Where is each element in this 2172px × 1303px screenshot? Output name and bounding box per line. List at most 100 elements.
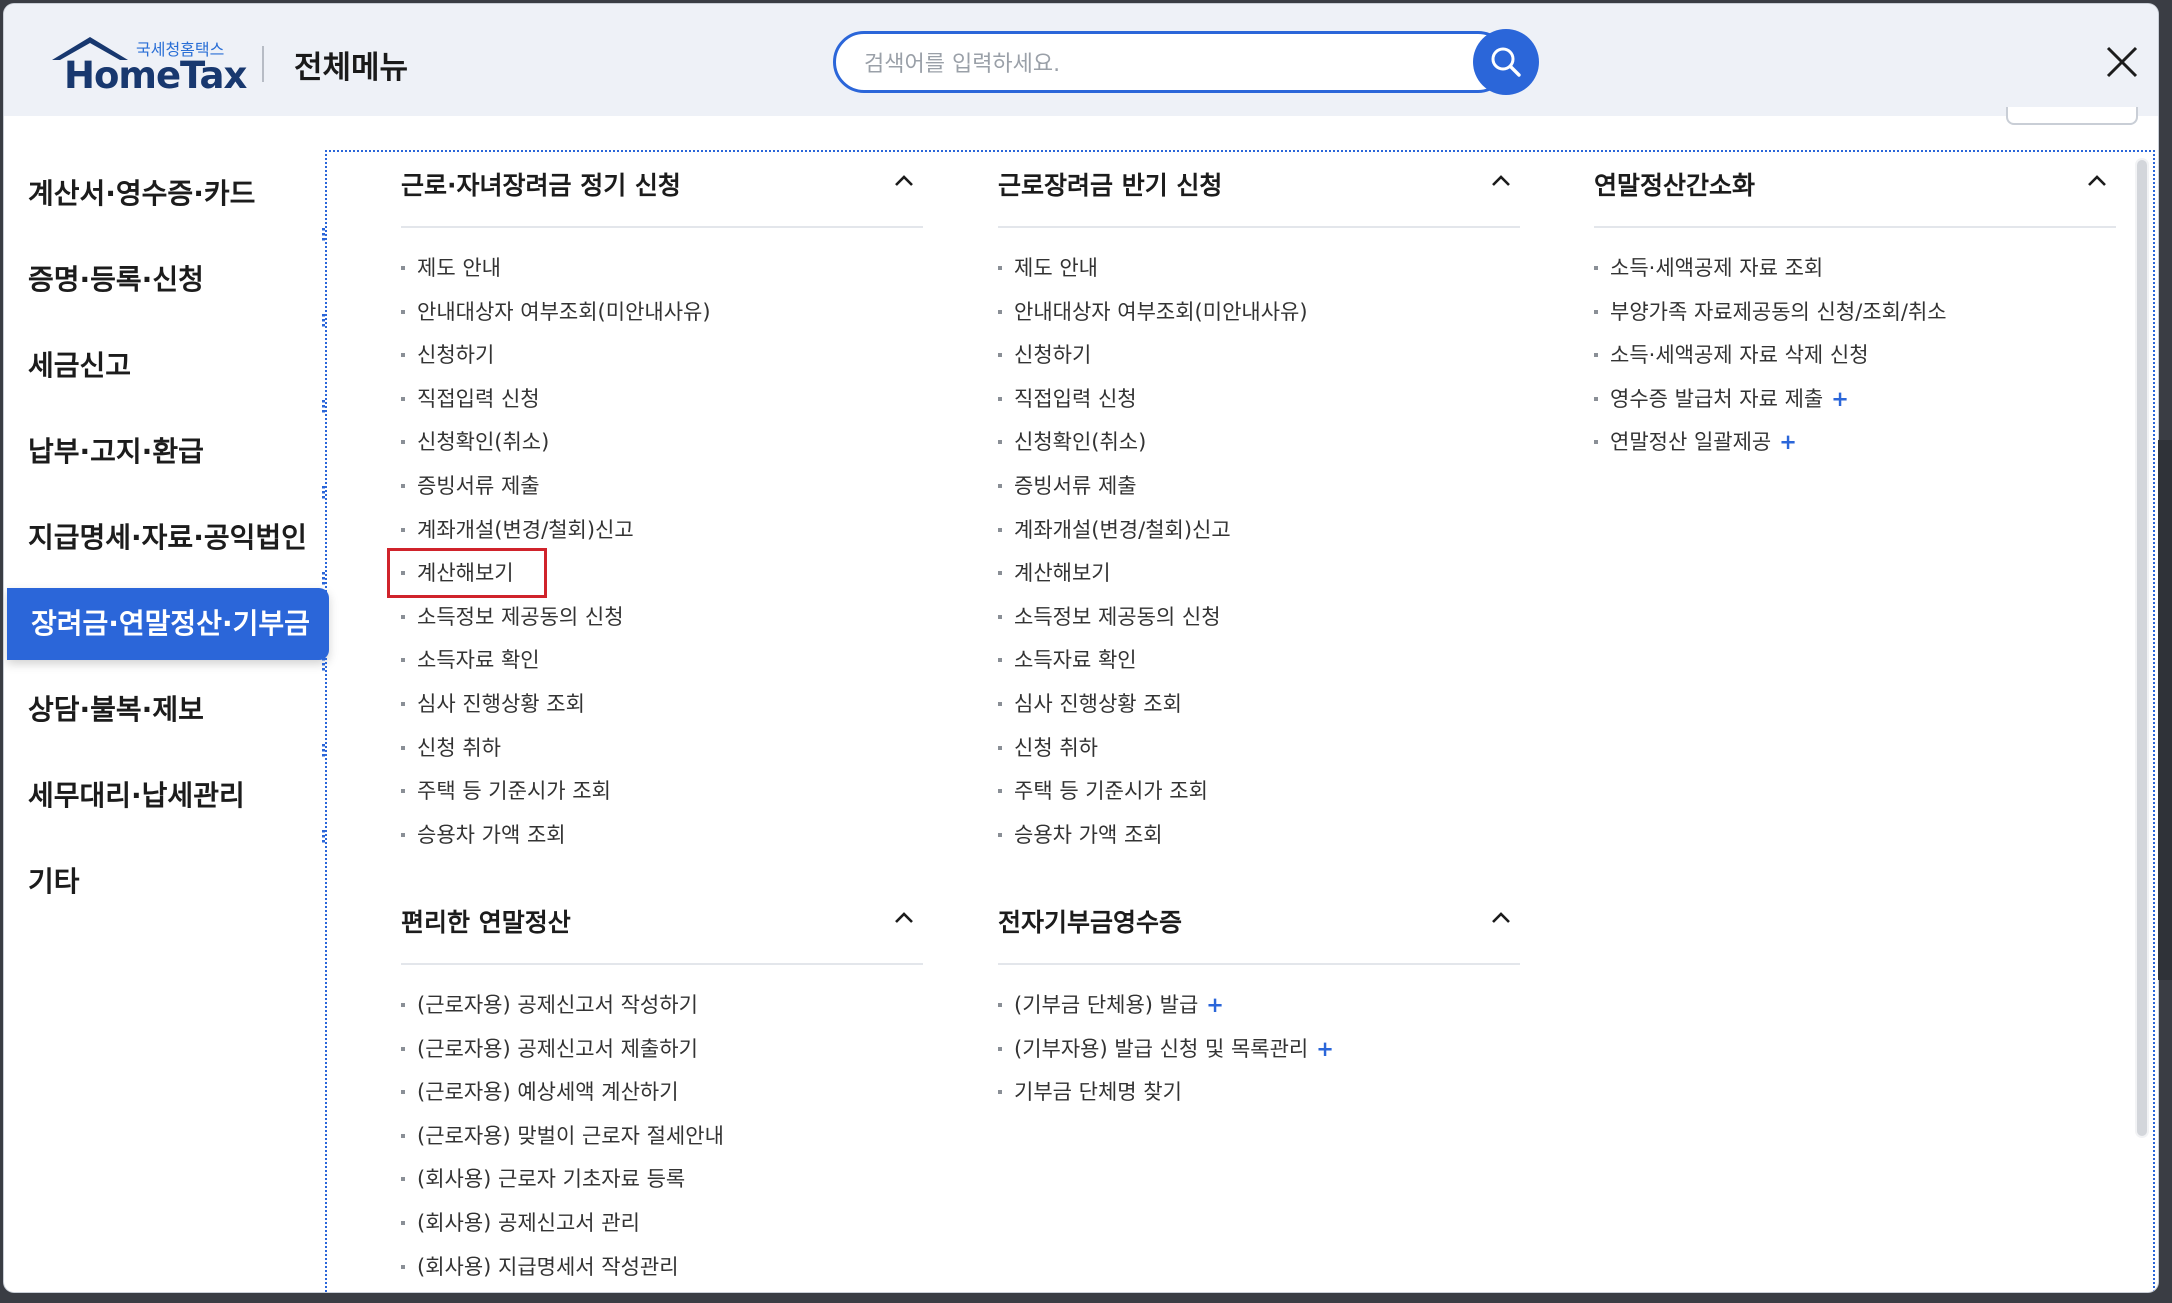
modal-header: 국세청홈택스 HomeTax 전체메뉴 <box>4 4 2158 116</box>
menu-link[interactable]: 신청하기 <box>401 341 711 385</box>
menu-link[interactable]: 소득정보 제공동의 신청 <box>998 603 1308 647</box>
menu-link-label: 승용차 가액 조회 <box>417 822 566 847</box>
menu-link-label: 제도 안내 <box>1014 256 1098 280</box>
menu-link[interactable]: (회사용) 지급명세서 작성관리 <box>401 1253 724 1292</box>
menu-link[interactable]: (회사용) 근로자 기초자료 등록 <box>401 1165 724 1209</box>
expand-plus-icon[interactable]: + <box>1206 993 1224 1017</box>
menu-link-label: (근로자용) 공제신고서 제출하기 <box>417 1036 698 1061</box>
menu-link-label: 소득·세액공제 자료 삭제 신청 <box>1610 343 1869 368</box>
menu-link[interactable]: 영수증 발급처 자료 제출 + <box>1594 385 1947 429</box>
menu-link-label: 안내대상자 여부조회(미안내사유) <box>1014 299 1308 324</box>
section-header[interactable]: 근로장려금 반기 신청 <box>998 156 1520 228</box>
menu-link[interactable]: (근로자용) 공제신고서 제출하기 <box>401 1035 724 1079</box>
menu-link[interactable]: 직접입력 신청 <box>401 385 711 429</box>
menu-link[interactable]: 계산해보기 <box>998 559 1308 603</box>
menu-link[interactable]: 신청확인(취소) <box>998 428 1308 472</box>
sidebar-item-consultation[interactable]: 상담·불복·제보 <box>4 674 326 746</box>
sidebar-item-payment-refund[interactable]: 납부·고지·환급 <box>4 416 326 488</box>
expand-plus-icon[interactable]: + <box>1316 1037 1334 1061</box>
menu-link[interactable]: (근로자용) 공제신고서 작성하기 <box>401 991 724 1035</box>
scrollbar-thumb[interactable] <box>2137 160 2147 1136</box>
section-header[interactable]: 전자기부금영수증 <box>998 893 1520 965</box>
chevron-up-icon[interactable] <box>893 170 915 192</box>
sidebar-item-etc[interactable]: 기타 <box>4 846 326 918</box>
menu-link-label: (근로자용) 공제신고서 작성하기 <box>417 993 698 1017</box>
menu-link-label: 신청 취하 <box>417 735 501 760</box>
menu-link-label: 계좌개설(변경/철회)신고 <box>417 517 634 542</box>
menu-link[interactable]: 신청 취하 <box>998 734 1308 778</box>
menu-link-label: (근로자용) 맞벌이 근로자 절세안내 <box>417 1123 724 1148</box>
section-header[interactable]: 편리한 연말정산 <box>401 893 923 965</box>
menu-link[interactable]: (근로자용) 맞벌이 근로자 절세안내 <box>401 1122 724 1166</box>
menu-link[interactable]: 심사 진행상황 조회 <box>998 690 1308 734</box>
menu-link[interactable]: 소득자료 확인 <box>401 646 711 690</box>
logo-wordmark: HomeTax <box>64 54 247 97</box>
sidebar-item-tax-agent[interactable]: 세무대리·납세관리 <box>4 760 326 832</box>
menu-section-convenient-year-end: 편리한 연말정산 (근로자용) 공제신고서 작성하기 (근로자용) 공제신고서 … <box>401 893 923 1279</box>
menu-link[interactable]: 소득·세액공제 자료 조회 <box>1594 254 1947 298</box>
menu-link-label: 소득자료 확인 <box>417 648 540 673</box>
menu-link[interactable]: 소득자료 확인 <box>998 646 1308 690</box>
section-item-list: (근로자용) 공제신고서 작성하기 (근로자용) 공제신고서 제출하기 (근로자… <box>401 991 724 1292</box>
menu-link-label: 증빙서류 제출 <box>417 473 540 498</box>
menu-link[interactable]: 신청확인(취소) <box>401 428 711 472</box>
sidebar-item-payment-statements[interactable]: 지급명세·자료·공익법인 <box>4 502 326 574</box>
section-title: 근로·자녀장려금 정기 신청 <box>401 171 681 200</box>
close-button[interactable] <box>2102 42 2142 82</box>
menu-link-label: 신청하기 <box>417 343 495 368</box>
menu-link[interactable]: 증빙서류 제출 <box>998 472 1308 516</box>
menu-link[interactable]: (기부금 단체용) 발급 + <box>998 991 1334 1035</box>
menu-link[interactable]: 승용차 가액 조회 <box>401 821 711 865</box>
menu-link[interactable]: 계좌개설(변경/철회)신고 <box>998 516 1308 560</box>
menu-link[interactable]: 제도 안내 <box>401 254 711 298</box>
section-header[interactable]: 근로·자녀장려금 정기 신청 <box>401 156 923 228</box>
menu-link[interactable]: 직접입력 신청 <box>998 385 1308 429</box>
hometax-logo[interactable]: 국세청홈택스 HomeTax <box>50 34 247 97</box>
sidebar-item-incentives-year-end[interactable]: 장려금·연말정산·기부금 <box>7 588 329 660</box>
menu-link[interactable]: 주택 등 기준시가 조회 <box>401 777 711 821</box>
menu-link-label: 제도 안내 <box>417 256 501 280</box>
menu-link[interactable]: 신청 취하 <box>401 734 711 778</box>
menu-link-label: 주택 등 기준시가 조회 <box>1014 779 1208 804</box>
menu-link[interactable]: 기부금 단체명 찾기 <box>998 1078 1334 1122</box>
menu-link[interactable]: 소득·세액공제 자료 삭제 신청 <box>1594 341 1947 385</box>
menu-link[interactable]: 안내대상자 여부조회(미안내사유) <box>401 298 711 342</box>
menu-link[interactable]: 부양가족 자료제공동의 신청/조회/취소 <box>1594 298 1947 342</box>
menu-link-label: (회사용) 근로자 기초자료 등록 <box>417 1167 686 1192</box>
menu-link-label: 소득정보 제공동의 신청 <box>1014 604 1221 629</box>
menu-link[interactable]: 주택 등 기준시가 조회 <box>998 777 1308 821</box>
search-input[interactable] <box>862 47 1406 81</box>
sidebar-item-certificates[interactable]: 증명·등록·신청 <box>4 244 326 316</box>
menu-link[interactable]: 안내대상자 여부조회(미안내사유) <box>998 298 1308 342</box>
menu-link[interactable]: (근로자용) 예상세액 계산하기 <box>401 1078 724 1122</box>
section-title: 편리한 연말정산 <box>401 908 571 937</box>
search-button[interactable] <box>1473 29 1539 95</box>
menu-link[interactable]: 제도 안내 <box>998 254 1308 298</box>
menu-link[interactable]: 소득정보 제공동의 신청 <box>401 603 711 647</box>
section-title: 근로장려금 반기 신청 <box>998 171 1223 200</box>
menu-link-label: 심사 진행상황 조회 <box>417 691 585 716</box>
section-header[interactable]: 연말정산간소화 <box>1594 156 2116 228</box>
menu-link[interactable]: (회사용) 공제신고서 관리 <box>401 1209 724 1253</box>
background-page-edge <box>2158 440 2172 980</box>
chevron-up-icon[interactable] <box>1490 170 1512 192</box>
menu-link-label: 신청 취하 <box>1014 735 1098 760</box>
expand-plus-icon[interactable]: + <box>1831 387 1849 411</box>
sidebar-item-receipts-cards[interactable]: 계산서·영수증·카드 <box>4 158 326 230</box>
chevron-up-icon[interactable] <box>893 907 915 929</box>
menu-link[interactable]: 연말정산 일괄제공 + <box>1594 428 1947 472</box>
menu-link[interactable]: 증빙서류 제출 <box>401 472 711 516</box>
sidebar-item-tax-filing[interactable]: 세금신고 <box>4 330 326 402</box>
chevron-up-icon[interactable] <box>1490 907 1512 929</box>
expand-plus-icon[interactable]: + <box>1779 430 1797 454</box>
menu-link-label: 안내대상자 여부조회(미안내사유) <box>417 299 711 324</box>
menu-link-label: 신청확인(취소) <box>417 430 550 455</box>
menu-link[interactable]: 승용차 가액 조회 <box>998 821 1308 865</box>
close-icon <box>2106 46 2138 78</box>
chevron-up-icon[interactable] <box>2086 170 2108 192</box>
menu-link[interactable]: 신청하기 <box>998 341 1308 385</box>
menu-link[interactable]: (기부자용) 발급 신청 및 목록관리 + <box>998 1035 1334 1079</box>
menu-section-e-donation-receipt: 전자기부금영수증 (기부금 단체용) 발급 + (기부자용) 발급 신청 및 목록… <box>998 893 1520 1104</box>
search-icon <box>1491 47 1521 77</box>
menu-link[interactable]: 심사 진행상황 조회 <box>401 690 711 734</box>
